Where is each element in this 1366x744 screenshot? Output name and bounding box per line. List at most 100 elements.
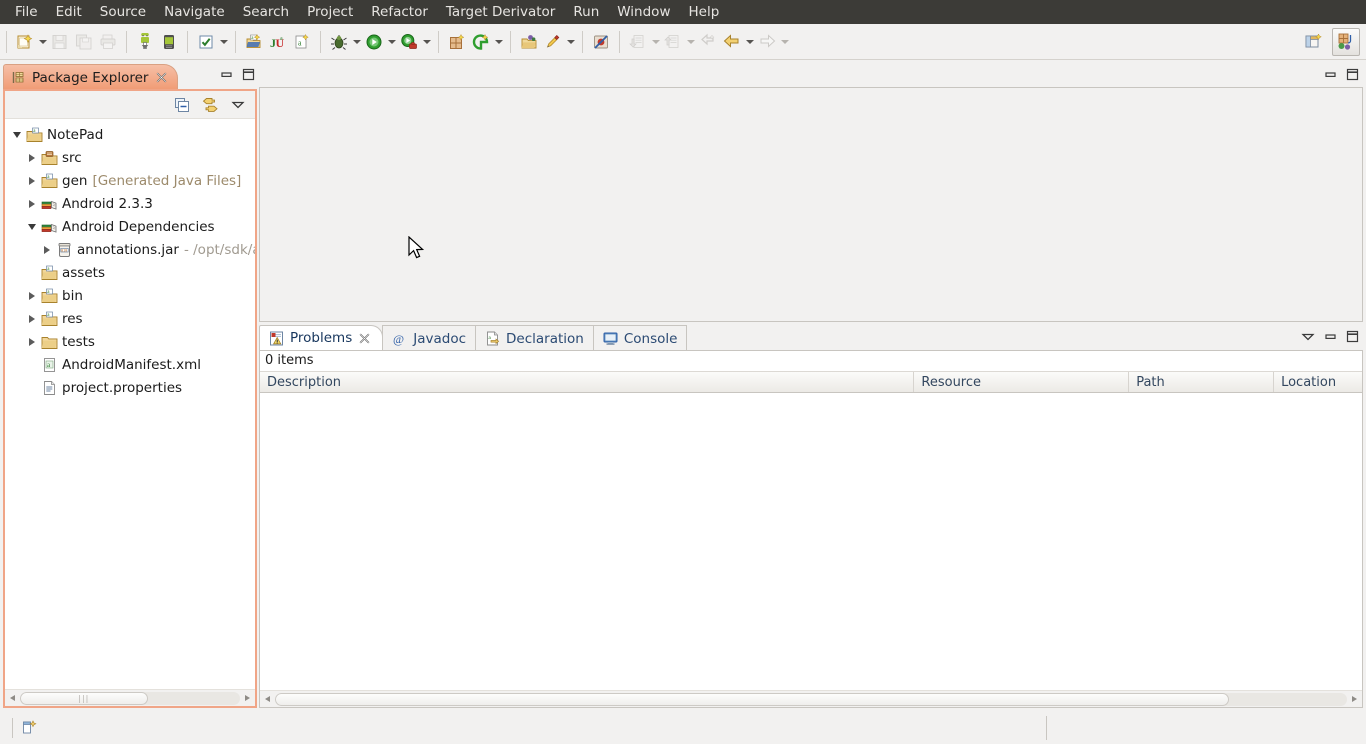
scroll-right-arrow[interactable] — [240, 691, 255, 706]
chevron-right-icon[interactable] — [24, 307, 40, 330]
new-java-package-icon[interactable]: a — [242, 30, 266, 54]
back-dropdown-arrow[interactable] — [744, 30, 755, 54]
external-tools-dropdown-arrow[interactable] — [421, 30, 432, 54]
menu-project[interactable]: Project — [298, 0, 362, 24]
menu-target-derivator[interactable]: Target Derivator — [437, 0, 564, 24]
javadoc-icon: @ — [392, 331, 407, 346]
maximize-icon[interactable] — [1346, 68, 1359, 81]
debug-icon[interactable] — [327, 30, 351, 54]
new-wizard-dropdown-arrow[interactable] — [37, 30, 48, 54]
open-type-icon[interactable] — [517, 30, 541, 54]
package-explorer-hscrollbar[interactable]: ||| — [5, 689, 255, 706]
column-header-resource[interactable]: Resource — [914, 372, 1130, 392]
hscroll-thumb[interactable]: ||| — [20, 691, 148, 705]
minimize-icon[interactable] — [220, 68, 233, 81]
tree-item-android-2-3-3[interactable]: Android 2.3.3 — [5, 192, 255, 215]
chevron-right-icon[interactable] — [39, 238, 55, 261]
chevron-right-icon[interactable] — [24, 192, 40, 215]
maximize-icon[interactable] — [242, 68, 255, 81]
tab-declaration[interactable]: a Declaration — [475, 325, 594, 351]
hscroll-thumb[interactable] — [275, 692, 1230, 706]
chevron-right-icon[interactable] — [24, 169, 40, 192]
toolbar-separator — [235, 30, 236, 53]
new-annotation-icon[interactable]: a — [290, 30, 314, 54]
view-menu-icon[interactable] — [231, 99, 245, 111]
menu-navigate[interactable]: Navigate — [155, 0, 234, 24]
close-icon[interactable] — [358, 332, 370, 344]
lint-dropdown-arrow[interactable] — [493, 30, 504, 54]
menu-search[interactable]: Search — [234, 0, 298, 24]
problems-table-rows[interactable] — [260, 394, 1362, 689]
menu-help[interactable]: Help — [679, 0, 728, 24]
java-perspective-icon[interactable] — [1332, 27, 1360, 56]
tree-item-tests[interactable]: tests — [5, 330, 255, 353]
view-menu-icon[interactable] — [1301, 331, 1315, 343]
tree-item-project-properties[interactable]: project.properties — [5, 376, 255, 399]
tab-javadoc[interactable]: @ Javadoc — [382, 325, 477, 351]
tree-item-src[interactable]: src — [5, 146, 255, 169]
close-icon[interactable] — [155, 72, 167, 84]
menu-refactor[interactable]: Refactor — [362, 0, 437, 24]
column-header-path[interactable]: Path — [1129, 372, 1275, 392]
tree-item-notepad[interactable]: a NotePad — [5, 123, 255, 146]
external-tools-icon[interactable] — [397, 30, 421, 54]
link-with-editor-icon[interactable] — [202, 97, 219, 113]
tree-item-annotations-jar[interactable]: 010 annotations.jar- /opt/sdk/ar — [5, 238, 255, 261]
chevron-right-icon[interactable] — [24, 284, 40, 307]
check-mark-dropdown-arrow[interactable] — [218, 30, 229, 54]
android-avd-manager-icon[interactable] — [157, 30, 181, 54]
search-icon[interactable] — [541, 30, 565, 54]
debug-dropdown-arrow[interactable] — [351, 30, 362, 54]
open-perspective-icon[interactable] — [1302, 30, 1326, 54]
run-icon[interactable] — [362, 30, 386, 54]
new-junit-test-icon[interactable]: J U a — [266, 30, 290, 54]
run-dropdown-arrow[interactable] — [386, 30, 397, 54]
menu-edit[interactable]: Edit — [47, 0, 91, 24]
chevron-down-icon[interactable] — [9, 123, 25, 146]
tree-item-res[interactable]: a res — [5, 307, 255, 330]
menu-run[interactable]: Run — [564, 0, 608, 24]
chevron-right-icon[interactable] — [24, 146, 40, 169]
new-wizard-icon[interactable] — [13, 30, 37, 54]
maximize-icon[interactable] — [1346, 330, 1359, 343]
hscroll-track[interactable] — [275, 692, 1347, 706]
tree-item-bin[interactable]: a bin — [5, 284, 255, 307]
scroll-left-arrow[interactable] — [260, 692, 275, 707]
tree-item-assets[interactable]: a assets — [5, 261, 255, 284]
column-header-location[interactable]: Location — [1274, 372, 1362, 392]
console-icon — [603, 331, 618, 346]
scroll-left-arrow[interactable] — [5, 691, 20, 706]
android-sdk-manager-icon[interactable] — [133, 30, 157, 54]
problems-tab-list: Problems @ Javadoc a Declaration Console — [259, 325, 1363, 351]
package-explorer-tree[interactable]: a NotePad src a gen [Generated Java Files] And… — [5, 120, 255, 688]
chevron-down-icon[interactable] — [24, 215, 40, 238]
tab-package-explorer[interactable]: Package Explorer — [3, 64, 179, 90]
minimize-icon[interactable] — [1324, 330, 1337, 343]
tree-item-label: gen — [62, 172, 88, 189]
tree-item-androidmanifest-xml[interactable]: a AndroidManifest.xml — [5, 353, 255, 376]
scroll-right-arrow[interactable] — [1347, 692, 1362, 707]
menu-window[interactable]: Window — [608, 0, 679, 24]
tab-console[interactable]: Console — [592, 325, 688, 351]
minimize-icon[interactable] — [1324, 68, 1337, 81]
check-mark-icon[interactable] — [194, 30, 218, 54]
toolbar-separator — [619, 30, 620, 53]
problems-hscrollbar[interactable] — [260, 690, 1362, 707]
tab-problems[interactable]: Problems — [259, 325, 384, 351]
back-icon[interactable] — [720, 30, 744, 54]
menu-source[interactable]: Source — [91, 0, 155, 24]
collapse-all-icon[interactable] — [174, 97, 190, 113]
search-dropdown-arrow[interactable] — [565, 30, 576, 54]
new-android-xml-icon[interactable] — [445, 30, 469, 54]
hscroll-track[interactable]: ||| — [20, 691, 240, 705]
status-bar — [0, 712, 1366, 744]
tree-item-gen[interactable]: a gen [Generated Java Files] — [5, 169, 255, 192]
lint-icon[interactable] — [469, 30, 493, 54]
skip-breakpoints-icon[interactable] — [589, 30, 613, 54]
menu-file[interactable]: File — [6, 0, 47, 24]
chevron-right-icon[interactable] — [24, 330, 40, 353]
column-header-description[interactable]: Description — [260, 372, 915, 392]
editor-canvas[interactable] — [259, 87, 1363, 322]
tree-item-label: Android Dependencies — [62, 218, 215, 235]
tree-item-android-dependencies[interactable]: Android Dependencies — [5, 215, 255, 238]
